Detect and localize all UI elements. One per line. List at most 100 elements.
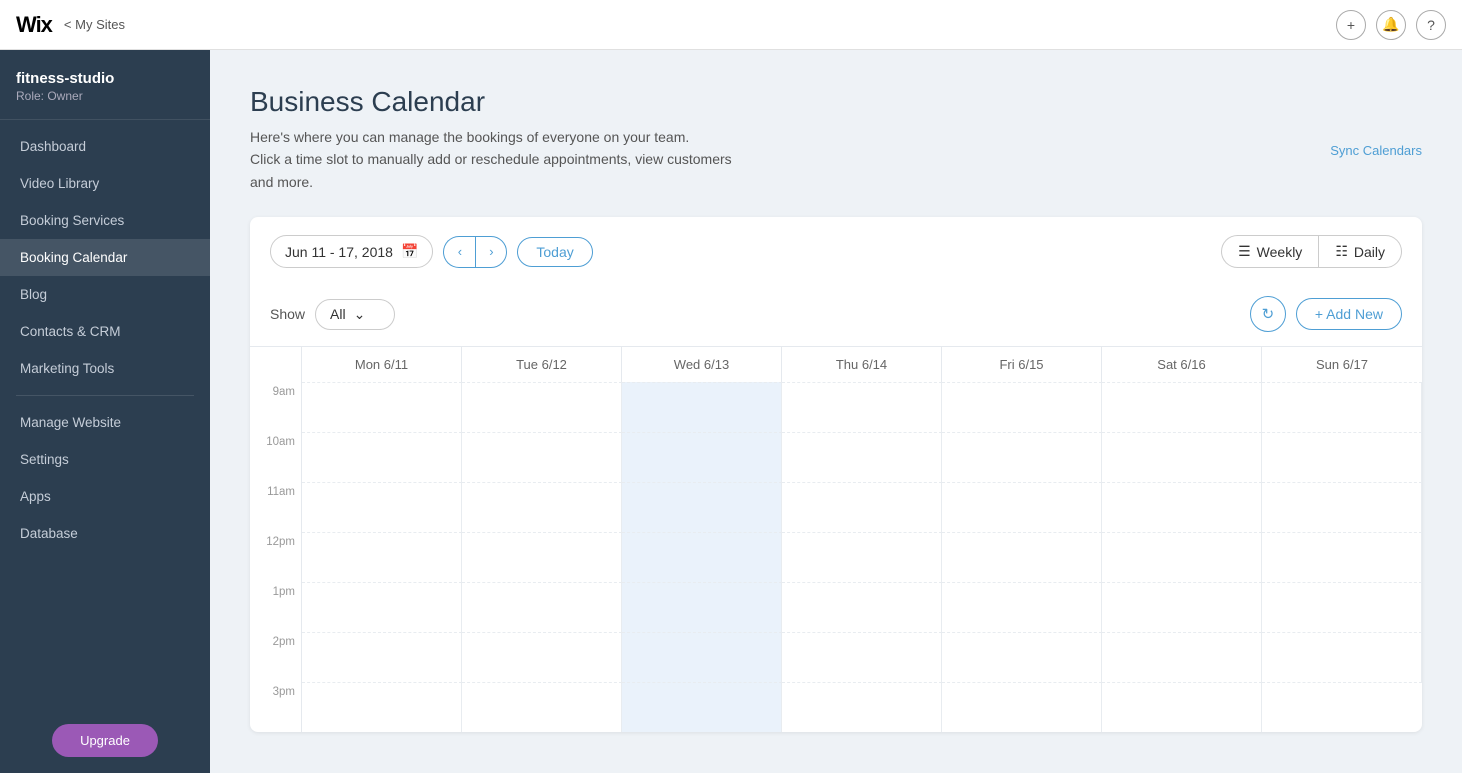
day-cell-3-6[interactable]	[1262, 532, 1422, 582]
notifications-button[interactable]: 🔔	[1376, 10, 1406, 40]
today-button[interactable]: Today	[517, 237, 592, 267]
day-cell-4-1[interactable]	[462, 582, 622, 632]
topbar-right: + 🔔 ?	[1336, 10, 1446, 40]
day-cell-3-1[interactable]	[462, 532, 622, 582]
weekly-icon: ☰	[1238, 243, 1251, 260]
sidebar-item-booking-services[interactable]: Booking Services	[0, 202, 210, 239]
day-header-3: Thu 6/14	[782, 347, 942, 382]
day-cell-5-1[interactable]	[462, 632, 622, 682]
day-cell-3-3[interactable]	[782, 532, 942, 582]
sidebar-item-booking-calendar[interactable]: Booking Calendar	[0, 239, 210, 276]
day-cell-6-3[interactable]	[782, 682, 942, 732]
add-button[interactable]: +	[1336, 10, 1366, 40]
page-title: Business Calendar	[250, 86, 1422, 118]
day-cell-4-3[interactable]	[782, 582, 942, 632]
upgrade-button[interactable]: Upgrade	[52, 724, 158, 757]
day-cell-4-6[interactable]	[1262, 582, 1422, 632]
day-cell-5-2[interactable]	[622, 632, 782, 682]
sync-calendars-link[interactable]: Sync Calendars	[1330, 143, 1422, 158]
show-bar-right: ↻ + Add New	[1250, 296, 1402, 332]
sidebar: fitness-studio Role: Owner Dashboard Vid…	[0, 50, 210, 773]
day-cell-2-0[interactable]	[302, 482, 462, 532]
day-cell-2-2[interactable]	[622, 482, 782, 532]
day-cell-0-6[interactable]	[1262, 382, 1422, 432]
day-cell-1-4[interactable]	[942, 432, 1102, 482]
date-range-display[interactable]: Jun 11 - 17, 2018 📅	[270, 235, 433, 268]
day-cell-5-3[interactable]	[782, 632, 942, 682]
nav-divider	[16, 395, 194, 396]
day-header-0: Mon 6/11	[302, 347, 462, 382]
day-cell-4-4[interactable]	[942, 582, 1102, 632]
next-week-button[interactable]: ›	[475, 236, 507, 268]
day-cell-1-3[interactable]	[782, 432, 942, 482]
day-cell-1-1[interactable]	[462, 432, 622, 482]
day-cell-0-4[interactable]	[942, 382, 1102, 432]
sidebar-item-apps[interactable]: Apps	[0, 478, 210, 515]
day-cell-2-3[interactable]	[782, 482, 942, 532]
prev-week-button[interactable]: ‹	[443, 236, 475, 268]
day-header-1: Tue 6/12	[462, 347, 622, 382]
day-cell-6-0[interactable]	[302, 682, 462, 732]
day-cell-0-0[interactable]	[302, 382, 462, 432]
day-cell-2-4[interactable]	[942, 482, 1102, 532]
sidebar-item-manage-website[interactable]: Manage Website	[0, 404, 210, 441]
day-cell-0-5[interactable]	[1102, 382, 1262, 432]
show-filter: Show All ⌄	[270, 299, 395, 330]
day-cell-0-3[interactable]	[782, 382, 942, 432]
show-select[interactable]: All ⌄	[315, 299, 395, 330]
calendar-grid: Mon 6/11 Tue 6/12 Wed 6/13 Thu 6/14 Fri …	[250, 346, 1422, 732]
day-cell-1-2[interactable]	[622, 432, 782, 482]
day-cell-0-1[interactable]	[462, 382, 622, 432]
add-new-button[interactable]: + Add New	[1296, 298, 1402, 330]
refresh-button[interactable]: ↻	[1250, 296, 1286, 332]
day-header-6: Sun 6/17	[1262, 347, 1422, 382]
day-cell-5-6[interactable]	[1262, 632, 1422, 682]
time-label-1: 10am	[250, 432, 302, 482]
day-header-5: Sat 6/16	[1102, 347, 1262, 382]
help-button[interactable]: ?	[1416, 10, 1446, 40]
day-cell-2-6[interactable]	[1262, 482, 1422, 532]
day-cell-2-5[interactable]	[1102, 482, 1262, 532]
day-cell-6-6[interactable]	[1262, 682, 1422, 732]
time-label-2: 11am	[250, 482, 302, 532]
calendar-icon: 📅	[401, 243, 418, 260]
day-cell-3-2[interactable]	[622, 532, 782, 582]
daily-view-button[interactable]: ☷ Daily	[1318, 235, 1402, 268]
site-info: fitness-studio Role: Owner	[0, 50, 210, 120]
weekly-view-button[interactable]: ☰ Weekly	[1221, 235, 1318, 268]
show-bar: Show All ⌄ ↻ + Add New	[250, 286, 1422, 346]
sidebar-item-contacts-crm[interactable]: Contacts & CRM	[0, 313, 210, 350]
day-cell-3-0[interactable]	[302, 532, 462, 582]
sidebar-item-marketing-tools[interactable]: Marketing Tools	[0, 350, 210, 387]
day-cell-2-1[interactable]	[462, 482, 622, 532]
day-cell-3-5[interactable]	[1102, 532, 1262, 582]
refresh-icon: ↻	[1262, 305, 1275, 323]
sidebar-item-settings[interactable]: Settings	[0, 441, 210, 478]
day-cell-4-0[interactable]	[302, 582, 462, 632]
day-header-4: Fri 6/15	[942, 347, 1102, 382]
day-cell-6-5[interactable]	[1102, 682, 1262, 732]
day-cell-1-5[interactable]	[1102, 432, 1262, 482]
sidebar-item-database[interactable]: Database	[0, 515, 210, 552]
day-cell-6-2[interactable]	[622, 682, 782, 732]
day-header-2: Wed 6/13	[622, 347, 782, 382]
day-cell-1-0[interactable]	[302, 432, 462, 482]
sidebar-item-blog[interactable]: Blog	[0, 276, 210, 313]
day-cell-4-5[interactable]	[1102, 582, 1262, 632]
day-cell-6-1[interactable]	[462, 682, 622, 732]
day-cell-1-6[interactable]	[1262, 432, 1422, 482]
day-cell-4-2[interactable]	[622, 582, 782, 632]
show-label: Show	[270, 306, 305, 322]
bell-icon: 🔔	[1382, 16, 1399, 33]
sidebar-item-dashboard[interactable]: Dashboard	[0, 128, 210, 165]
sidebar-item-video-library[interactable]: Video Library	[0, 165, 210, 202]
day-cell-5-0[interactable]	[302, 632, 462, 682]
day-cell-5-4[interactable]	[942, 632, 1102, 682]
day-cell-0-2[interactable]	[622, 382, 782, 432]
my-sites-link[interactable]: < My Sites	[64, 17, 125, 32]
day-cell-5-5[interactable]	[1102, 632, 1262, 682]
day-cell-3-4[interactable]	[942, 532, 1102, 582]
main-content: Business Calendar Here's where you can m…	[210, 50, 1462, 773]
day-cell-6-4[interactable]	[942, 682, 1102, 732]
topbar: Wix < My Sites + 🔔 ?	[0, 0, 1462, 50]
